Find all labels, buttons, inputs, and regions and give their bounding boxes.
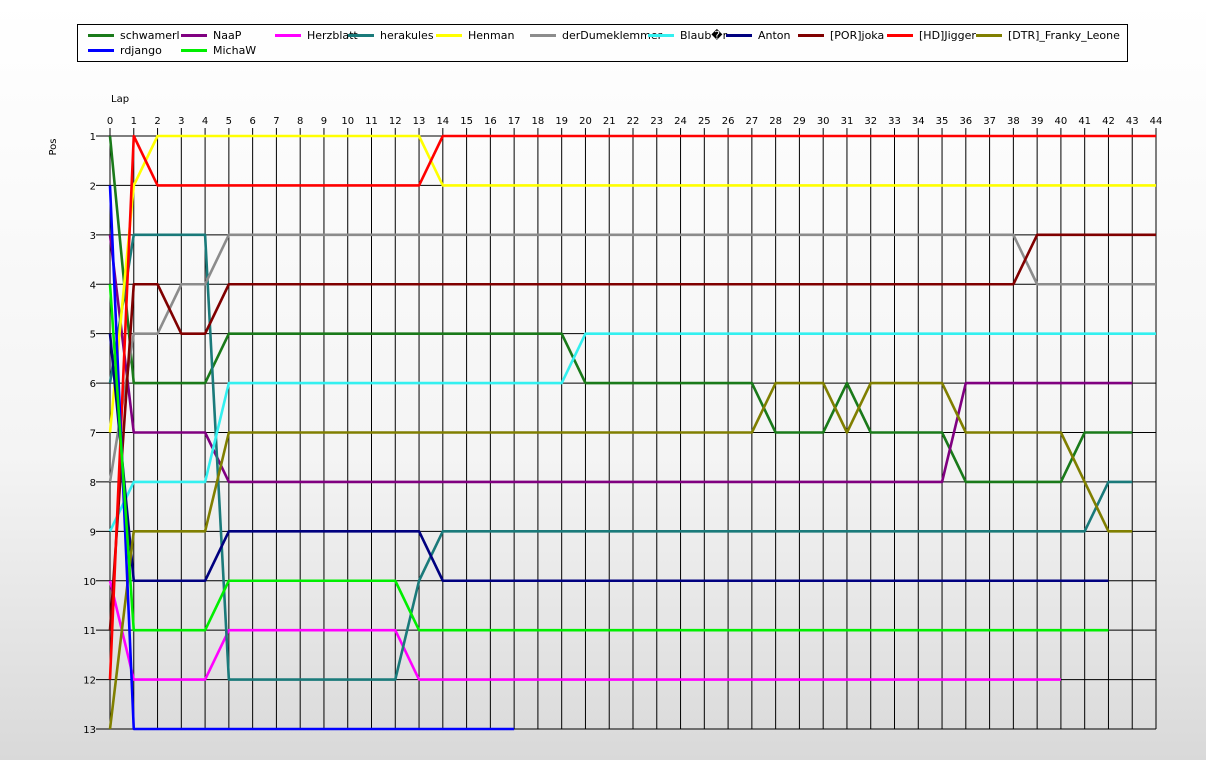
y-tick-label: 6 <box>90 379 96 390</box>
x-tick-label: 13 <box>413 116 426 127</box>
x-tick-label: 39 <box>1031 116 1044 127</box>
x-tick-label: 7 <box>273 116 279 127</box>
series-line-11 <box>108 185 515 731</box>
x-tick-label: 8 <box>297 116 303 127</box>
y-tick-label: 7 <box>90 429 96 440</box>
x-tick-label: 22 <box>627 116 640 127</box>
x-tick-label: 12 <box>389 116 402 127</box>
x-tick-label: 14 <box>436 116 449 127</box>
x-tick-label: 23 <box>650 116 663 127</box>
x-tick-label: 37 <box>983 116 996 127</box>
x-tick-label: 5 <box>226 116 232 127</box>
x-tick-label: 40 <box>1055 116 1068 127</box>
x-tick-label: 44 <box>1150 116 1163 127</box>
x-tick-label: 3 <box>178 116 184 127</box>
x-tick-label: 36 <box>959 116 972 127</box>
x-axis-ticks: 0 1 2 3 4 5 6 7 8 9 10 11 12 13 14 15 16 17 18 19 20 21 22 23 24… <box>107 116 1163 127</box>
x-tick-label: 9 <box>321 116 327 127</box>
x-tick-label: 4 <box>202 116 208 127</box>
x-tick-label: 0 <box>107 116 113 127</box>
y-axis-ticks: 12345678910111213 <box>83 132 96 736</box>
x-tick-label: 35 <box>936 116 949 127</box>
y-tick-label: 10 <box>83 577 96 588</box>
x-tick-label: 24 <box>674 116 687 127</box>
x-tick-label: 10 <box>341 116 354 127</box>
x-tick-label: 28 <box>769 116 782 127</box>
x-tick-label: 30 <box>817 116 830 127</box>
x-tick-label: 43 <box>1126 116 1139 127</box>
x-tick-label: 25 <box>698 116 711 127</box>
y-tick-label: 4 <box>90 280 96 291</box>
x-tick-label: 17 <box>508 116 521 127</box>
series-line-1 <box>108 234 1133 484</box>
y-tick-label: 13 <box>83 725 96 736</box>
y-tick-label: 3 <box>90 231 96 242</box>
x-tick-label: 29 <box>793 116 806 127</box>
x-tick-label: 27 <box>745 116 758 127</box>
x-tick-label: 15 <box>460 116 473 127</box>
x-tick-label: 11 <box>365 116 378 127</box>
x-tick-label: 1 <box>131 116 137 127</box>
x-tick-label: 6 <box>249 116 255 127</box>
x-tick-label: 42 <box>1102 116 1115 127</box>
x-tick-label: 32 <box>864 116 877 127</box>
x-tick-label: 18 <box>532 116 545 127</box>
y-tick-label: 12 <box>83 676 96 687</box>
x-tick-label: 34 <box>912 116 925 127</box>
y-axis-label: Pos <box>48 138 59 155</box>
chart-grid <box>96 128 1157 730</box>
x-tick-label: 19 <box>555 116 568 127</box>
y-tick-label: 8 <box>90 478 96 489</box>
series-line-10 <box>108 381 1133 730</box>
x-tick-label: 2 <box>154 116 160 127</box>
x-axis-label: Lap <box>111 94 129 105</box>
x-tick-label: 33 <box>888 116 901 127</box>
y-tick-label: 2 <box>90 181 96 192</box>
x-tick-label: 26 <box>722 116 735 127</box>
y-tick-label: 1 <box>90 132 96 143</box>
x-tick-label: 16 <box>484 116 497 127</box>
y-tick-label: 11 <box>83 626 96 637</box>
x-tick-label: 31 <box>841 116 854 127</box>
series-line-0 <box>108 135 1133 484</box>
y-tick-label: 9 <box>90 527 96 538</box>
x-tick-label: 21 <box>603 116 616 127</box>
x-tick-label: 38 <box>1007 116 1020 127</box>
y-tick-label: 5 <box>90 330 96 341</box>
race-position-chart: 0 1 2 3 4 5 6 7 8 9 10 11 12 13 14 15 16 17 18 19 20 21 22 23 24… <box>48 94 1163 736</box>
x-tick-label: 41 <box>1078 116 1091 127</box>
series-line-3 <box>108 233 1133 681</box>
x-tick-label: 20 <box>579 116 592 127</box>
